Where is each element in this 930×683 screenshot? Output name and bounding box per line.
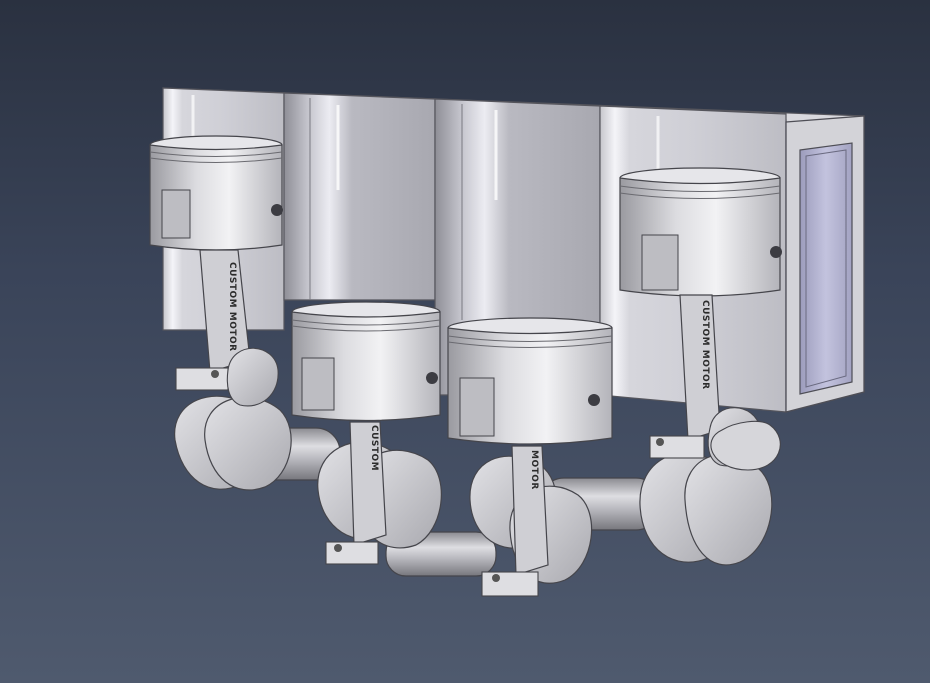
piston-3[interactable] xyxy=(447,317,613,445)
cad-3d-viewport[interactable]: CUSTOM MOTOR CUSTOM MOTOR CUSTOM MOTOR xyxy=(0,0,930,683)
crank-web-4b xyxy=(684,453,773,566)
end-plate[interactable] xyxy=(785,115,865,413)
piston-2[interactable] xyxy=(291,301,441,422)
piston-4[interactable] xyxy=(619,167,782,297)
rod-engraving-4: CUSTOM MOTOR xyxy=(700,300,710,390)
engine-assembly-model[interactable]: CUSTOM MOTOR CUSTOM MOTOR CUSTOM MOTOR xyxy=(0,0,930,683)
rod-engraving-2: CUSTOM xyxy=(369,425,379,471)
piston-1[interactable] xyxy=(149,135,283,251)
rod-engraving-1: CUSTOM MOTOR xyxy=(227,262,237,352)
rod-engraving-3: MOTOR xyxy=(529,450,539,490)
